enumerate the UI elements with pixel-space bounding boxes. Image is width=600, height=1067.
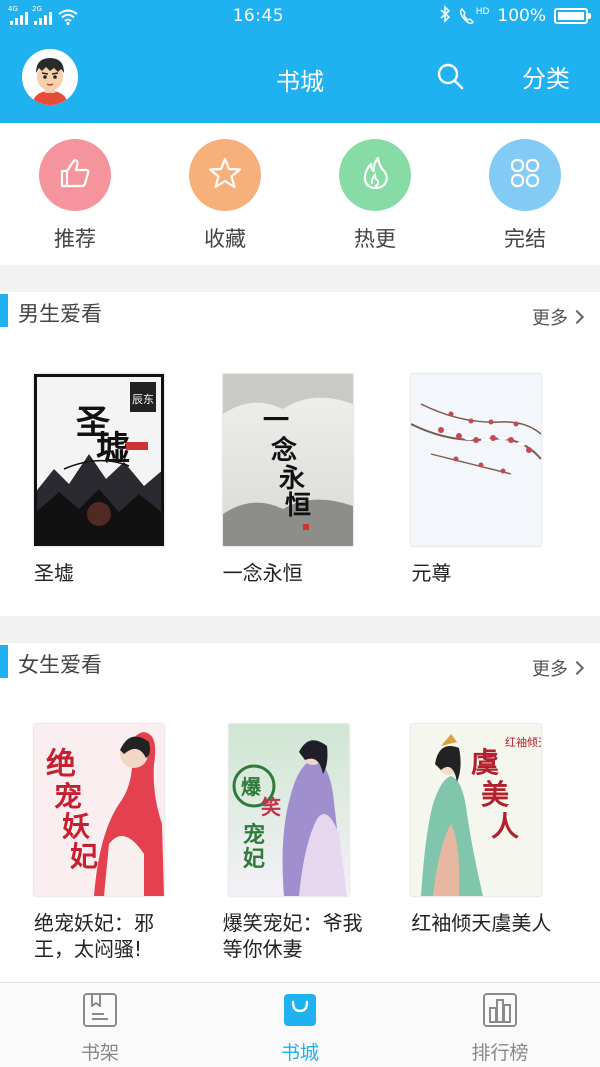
- svg-text:妖: 妖: [62, 810, 90, 843]
- svg-text:宠: 宠: [54, 780, 82, 813]
- completed-circle: [489, 139, 561, 211]
- bar-chart-icon: [482, 992, 518, 1032]
- svg-text:一: 一: [263, 406, 289, 436]
- quick-nav-recommend[interactable]: 推荐: [0, 139, 150, 265]
- book-list: 辰东 圣 墟 圣墟 一 念 永 恒 一念永恒 元尊: [0, 374, 600, 586]
- section-header: 女生爱看 更多: [0, 643, 600, 691]
- book-cover: 辰东 圣 墟: [34, 374, 164, 546]
- svg-text:绝: 绝: [46, 747, 76, 782]
- book-list: 绝 宠 妖 妃 绝宠妖妃：邪王，太闷骚! 爆 笑 宠 妃 爆笑宠妃：爷我等你休妻…: [0, 724, 600, 962]
- tab-label: 书城: [280, 1042, 319, 1064]
- book-title: 一念永恒: [222, 561, 303, 585]
- book-item[interactable]: 爆 笑 宠 妃 爆笑宠妃：爷我等你休妻: [223, 724, 412, 962]
- book-title: 圣墟: [34, 561, 74, 585]
- app-header: 书城 分类: [0, 32, 600, 123]
- search-button[interactable]: [436, 62, 466, 92]
- hd-call-icon: HD: [459, 7, 490, 25]
- book-title: 爆笑宠妃：爷我等你休妻: [222, 911, 363, 961]
- svg-text:美: 美: [481, 778, 509, 811]
- quick-nav-hot[interactable]: 热更: [300, 139, 450, 265]
- grid-icon: [507, 155, 543, 195]
- svg-text:妃: 妃: [243, 846, 265, 872]
- top-bar: 4G 2G 16:45 HD 100% 书城 分类: [0, 0, 600, 123]
- book-cover: 虞 美 人 红袖倾天: [411, 724, 542, 896]
- svg-text:恒: 恒: [285, 491, 311, 521]
- star-icon: [207, 155, 243, 195]
- status-time: 16:45: [232, 6, 285, 26]
- section-header: 男生爱看 更多: [0, 292, 600, 340]
- quick-nav: 推荐 收藏 热更 完结: [0, 123, 600, 265]
- tab-label: 书架: [80, 1042, 119, 1064]
- recommend-circle: [39, 139, 111, 211]
- svg-text:永: 永: [279, 464, 305, 494]
- svg-text:人: 人: [491, 810, 519, 843]
- section-divider: [0, 265, 600, 292]
- book-cover: [411, 374, 542, 546]
- svg-text:念: 念: [271, 435, 297, 466]
- status-signals: 4G 2G: [8, 5, 78, 25]
- quick-nav-favorites[interactable]: 收藏: [150, 139, 300, 265]
- hot-circle: [339, 139, 411, 211]
- quick-nav-label: 完结: [504, 227, 546, 251]
- section-title: 男生爱看: [18, 302, 102, 326]
- quick-nav-completed[interactable]: 完结: [450, 139, 600, 265]
- bottom-tab-bar: 书架 书城 排行榜: [0, 982, 600, 1067]
- status-bar: 4G 2G 16:45 HD 100%: [0, 0, 600, 32]
- flame-icon: [357, 155, 393, 195]
- book-title: 绝宠妖妃：邪王，太闷骚!: [34, 911, 154, 961]
- hd-label: HD: [475, 7, 490, 17]
- tab-bookshelf[interactable]: 书架: [0, 983, 200, 1067]
- more-label: 更多: [532, 308, 568, 329]
- more-label: 更多: [532, 659, 568, 680]
- section-male-favorites: 男生爱看 更多 辰东 圣 墟 圣墟 一 念 永 恒 一念永恒 元尊: [0, 292, 600, 616]
- tab-label: 排行榜: [471, 1042, 529, 1064]
- chevron-right-icon: [569, 309, 585, 325]
- book-item[interactable]: 绝 宠 妖 妃 绝宠妖妃：邪王，太闷骚!: [34, 724, 223, 962]
- section-accent-bar: [0, 645, 8, 678]
- quick-nav-label: 收藏: [204, 227, 246, 251]
- tab-bookstore[interactable]: 书城: [200, 983, 400, 1067]
- section-title: 女生爱看: [18, 653, 102, 677]
- section-accent-bar: [0, 294, 8, 327]
- page-title: 书城: [276, 68, 324, 96]
- quick-nav-label: 推荐: [54, 227, 96, 251]
- svg-text:宠: 宠: [243, 822, 265, 848]
- book-cover: 一 念 永 恒: [222, 374, 353, 546]
- svg-text:红袖倾天: 红袖倾天: [505, 735, 541, 749]
- wifi-icon: [58, 9, 78, 25]
- bluetooth-icon: [439, 4, 451, 28]
- battery-icon: [554, 8, 591, 24]
- svg-text:笑: 笑: [261, 795, 281, 819]
- svg-text:虞: 虞: [471, 746, 499, 779]
- tab-ranking[interactable]: 排行榜: [400, 983, 600, 1067]
- more-button[interactable]: 更多: [532, 655, 585, 681]
- quick-nav-label: 热更: [354, 227, 396, 251]
- more-button[interactable]: 更多: [532, 304, 585, 330]
- book-item[interactable]: 辰东 圣 墟 圣墟: [34, 374, 223, 586]
- status-right: HD 100%: [439, 4, 591, 28]
- svg-text:辰东: 辰东: [132, 393, 154, 406]
- book-item[interactable]: 虞 美 人 红袖倾天 红袖倾天虞美人: [411, 724, 600, 962]
- cellular-signal-icon: 4G: [8, 5, 28, 25]
- section-female-favorites: 女生爱看 更多 绝 宠 妖 妃 绝宠妖妃：邪王，太闷骚! 爆 笑 宠 妃 爆笑宠…: [0, 643, 600, 982]
- section-divider: [0, 616, 600, 643]
- shopping-bag-icon: [282, 992, 318, 1032]
- category-button[interactable]: 分类: [522, 59, 570, 94]
- book-title: 红袖倾天虞美人: [411, 911, 552, 935]
- svg-text:墟: 墟: [96, 429, 130, 469]
- book-item[interactable]: 一 念 永 恒 一念永恒: [222, 374, 412, 586]
- book-title: 元尊: [411, 561, 452, 585]
- thumbs-up-icon: [57, 155, 93, 195]
- book-cover: 爆 笑 宠 妃: [228, 724, 349, 896]
- bookshelf-icon: [82, 992, 118, 1032]
- cellular-signal-icon: 2G: [32, 5, 52, 25]
- svg-text:妃: 妃: [70, 840, 98, 873]
- book-cover: 绝 宠 妖 妃: [34, 724, 164, 896]
- battery-label: 100%: [497, 6, 546, 26]
- chevron-right-icon: [569, 660, 585, 676]
- favorites-circle: [189, 139, 261, 211]
- search-icon: [436, 63, 466, 96]
- svg-text:爆: 爆: [241, 775, 262, 799]
- book-item[interactable]: 元尊: [411, 374, 600, 586]
